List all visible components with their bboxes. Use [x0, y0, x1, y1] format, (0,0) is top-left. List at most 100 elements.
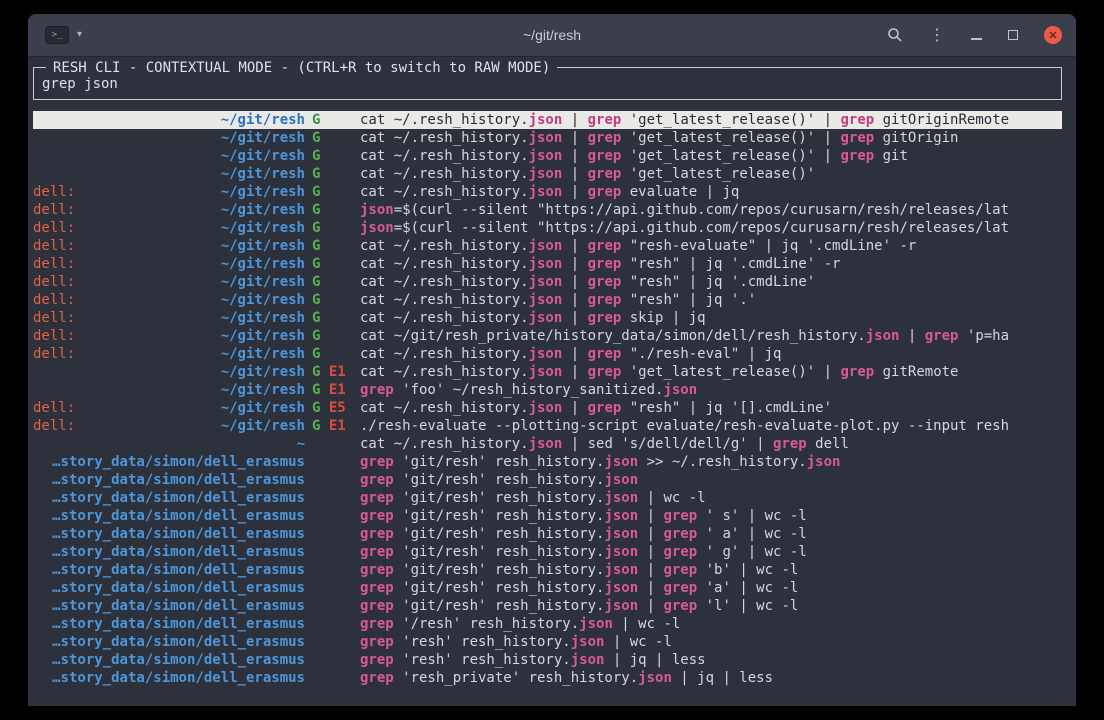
host-path-cell: dell:~/git/resh — [33, 183, 305, 201]
titlebar[interactable]: >_ ▾ ~/git/resh ⋮ ✕ — [28, 14, 1076, 57]
query-match: json — [807, 454, 841, 470]
history-row[interactable]: …story_data/simon/dell_erasmusgrep 'git/… — [33, 579, 1062, 597]
history-row[interactable]: dell:~/git/reshGjson=$(curl --silent "ht… — [33, 201, 1062, 219]
git-flag: G — [312, 328, 320, 344]
query-match: json — [529, 130, 563, 146]
history-row[interactable]: …story_data/simon/dell_erasmusgrep 'resh… — [33, 633, 1062, 651]
query-match: json — [360, 220, 394, 236]
host-label: dell: — [33, 219, 75, 237]
history-row[interactable]: ~/git/reshG E1cat ~/.resh_history.json |… — [33, 363, 1062, 381]
history-row[interactable]: dell:~/git/reshGcat ~/.resh_history.json… — [33, 345, 1062, 363]
history-row[interactable]: ~/git/reshG E1grep 'foo' ~/resh_history_… — [33, 381, 1062, 399]
directory-label: …story_data/simon/dell_erasmus — [52, 597, 305, 615]
query-match: grep — [588, 238, 622, 254]
history-row[interactable]: dell:~/git/reshG E1./resh-evaluate --plo… — [33, 417, 1062, 435]
directory-label: …story_data/simon/dell_erasmus — [52, 669, 305, 687]
git-flag: G — [312, 166, 320, 182]
history-row[interactable]: dell:~/git/reshGjson=$(curl --silent "ht… — [33, 219, 1062, 237]
query-match: json — [529, 310, 563, 326]
history-row[interactable]: …story_data/simon/dell_erasmusgrep 'git/… — [33, 471, 1062, 489]
history-row[interactable]: dell:~/git/reshGcat ~/.resh_history.json… — [33, 309, 1062, 327]
git-flag: G — [312, 184, 320, 200]
query-match: grep — [663, 580, 697, 596]
flags-cell: G E5 — [305, 399, 360, 417]
history-row[interactable]: ~/git/reshGcat ~/.resh_history.json | gr… — [33, 111, 1062, 129]
host-path-cell: …story_data/simon/dell_erasmus — [33, 471, 305, 489]
history-row[interactable]: ~cat ~/.resh_history.json | sed 's/dell/… — [33, 435, 1062, 453]
history-row[interactable]: dell:~/git/reshGcat ~/git/resh_private/h… — [33, 327, 1062, 345]
flags-cell: G — [305, 273, 360, 291]
history-row[interactable]: dell:~/git/reshG E5cat ~/.resh_history.j… — [33, 399, 1062, 417]
host-path-cell: ~/git/resh — [33, 363, 305, 381]
history-row[interactable]: …story_data/simon/dell_erasmusgrep 'git/… — [33, 453, 1062, 471]
directory-label: ~/git/resh — [221, 273, 305, 291]
directory-label: ~/git/resh — [221, 111, 305, 129]
history-row[interactable]: …story_data/simon/dell_erasmusgrep 'git/… — [33, 561, 1062, 579]
history-row[interactable]: dell:~/git/reshGcat ~/.resh_history.json… — [33, 291, 1062, 309]
host-label: dell: — [33, 201, 75, 219]
close-button[interactable]: ✕ — [1044, 26, 1062, 44]
history-row[interactable]: …story_data/simon/dell_erasmusgrep 'resh… — [33, 651, 1062, 669]
host-label: dell: — [33, 237, 75, 255]
minimize-button[interactable] — [971, 30, 982, 40]
flags-cell: G — [305, 201, 360, 219]
directory-label: ~/git/resh — [221, 399, 305, 417]
query-match: grep — [360, 526, 394, 542]
query-match: json — [663, 382, 697, 398]
exit-status-flag: E5 — [329, 400, 346, 416]
query-match: json — [604, 490, 638, 506]
flags-cell — [305, 669, 360, 687]
query-match: grep — [588, 112, 622, 128]
directory-label: ~/git/resh — [221, 237, 305, 255]
history-row[interactable]: dell:~/git/reshGcat ~/.resh_history.json… — [33, 255, 1062, 273]
history-row[interactable]: dell:~/git/reshGcat ~/.resh_history.json… — [33, 273, 1062, 291]
history-row[interactable]: dell:~/git/reshGcat ~/.resh_history.json… — [33, 183, 1062, 201]
history-row[interactable]: …story_data/simon/dell_erasmusgrep 'git/… — [33, 597, 1062, 615]
query-match: grep — [360, 382, 394, 398]
git-flag: G — [312, 112, 320, 128]
terminal-profile-button[interactable]: >_ ▾ — [42, 23, 85, 47]
host-label: dell: — [33, 417, 75, 435]
host-path-cell: …story_data/simon/dell_erasmus — [33, 453, 305, 471]
restore-button[interactable] — [1008, 30, 1018, 40]
command-text: cat ~/.resh_history.json | grep "resh" |… — [360, 255, 1062, 273]
history-row[interactable]: …story_data/simon/dell_erasmusgrep 'git/… — [33, 507, 1062, 525]
search-icon[interactable] — [887, 27, 903, 43]
history-row[interactable]: …story_data/simon/dell_erasmusgrep 'git/… — [33, 543, 1062, 561]
flags-cell — [305, 435, 360, 453]
minimize-icon — [971, 38, 982, 40]
host-label: dell: — [33, 345, 75, 363]
history-row[interactable]: …story_data/simon/dell_erasmusgrep 'resh… — [33, 669, 1062, 687]
flags-cell — [305, 561, 360, 579]
command-text: json=$(curl --silent "https://api.github… — [360, 201, 1062, 219]
flags-cell — [305, 633, 360, 651]
history-row[interactable]: …story_data/simon/dell_erasmusgrep '/res… — [33, 615, 1062, 633]
command-text: ./resh-evaluate --plotting-script evalua… — [360, 417, 1062, 435]
exit-status-flag: E1 — [329, 418, 346, 434]
flags-cell: G — [305, 327, 360, 345]
query-match: grep — [588, 166, 622, 182]
history-row[interactable]: ~/git/reshGcat ~/.resh_history.json | gr… — [33, 129, 1062, 147]
directory-label: ~/git/resh — [221, 255, 305, 273]
history-row[interactable]: dell:~/git/reshGcat ~/.resh_history.json… — [33, 237, 1062, 255]
history-row[interactable]: ~/git/reshGcat ~/.resh_history.json | gr… — [33, 147, 1062, 165]
exit-status-flag: E1 — [329, 364, 346, 380]
chevron-down-icon: ▾ — [77, 30, 82, 40]
menu-icon[interactable]: ⋮ — [929, 25, 945, 45]
command-text: grep 'resh' resh_history.json | wc -l — [360, 633, 1062, 651]
history-row[interactable]: …story_data/simon/dell_erasmusgrep 'git/… — [33, 525, 1062, 543]
directory-label: …story_data/simon/dell_erasmus — [52, 507, 305, 525]
command-text: grep 'git/resh' resh_history.json | grep… — [360, 543, 1062, 561]
query-match: grep — [588, 400, 622, 416]
query-match: grep — [360, 544, 394, 560]
query-match: grep — [360, 616, 394, 632]
directory-label: ~/git/resh — [221, 363, 305, 381]
exit-status-flag: E1 — [329, 382, 346, 398]
directory-label: ~/git/resh — [221, 417, 305, 435]
query-match: grep — [663, 526, 697, 542]
git-flag: G — [312, 292, 320, 308]
flags-cell: G — [305, 147, 360, 165]
close-icon: ✕ — [1048, 29, 1057, 42]
history-row[interactable]: …story_data/simon/dell_erasmusgrep 'git/… — [33, 489, 1062, 507]
history-row[interactable]: ~/git/reshGcat ~/.resh_history.json | gr… — [33, 165, 1062, 183]
